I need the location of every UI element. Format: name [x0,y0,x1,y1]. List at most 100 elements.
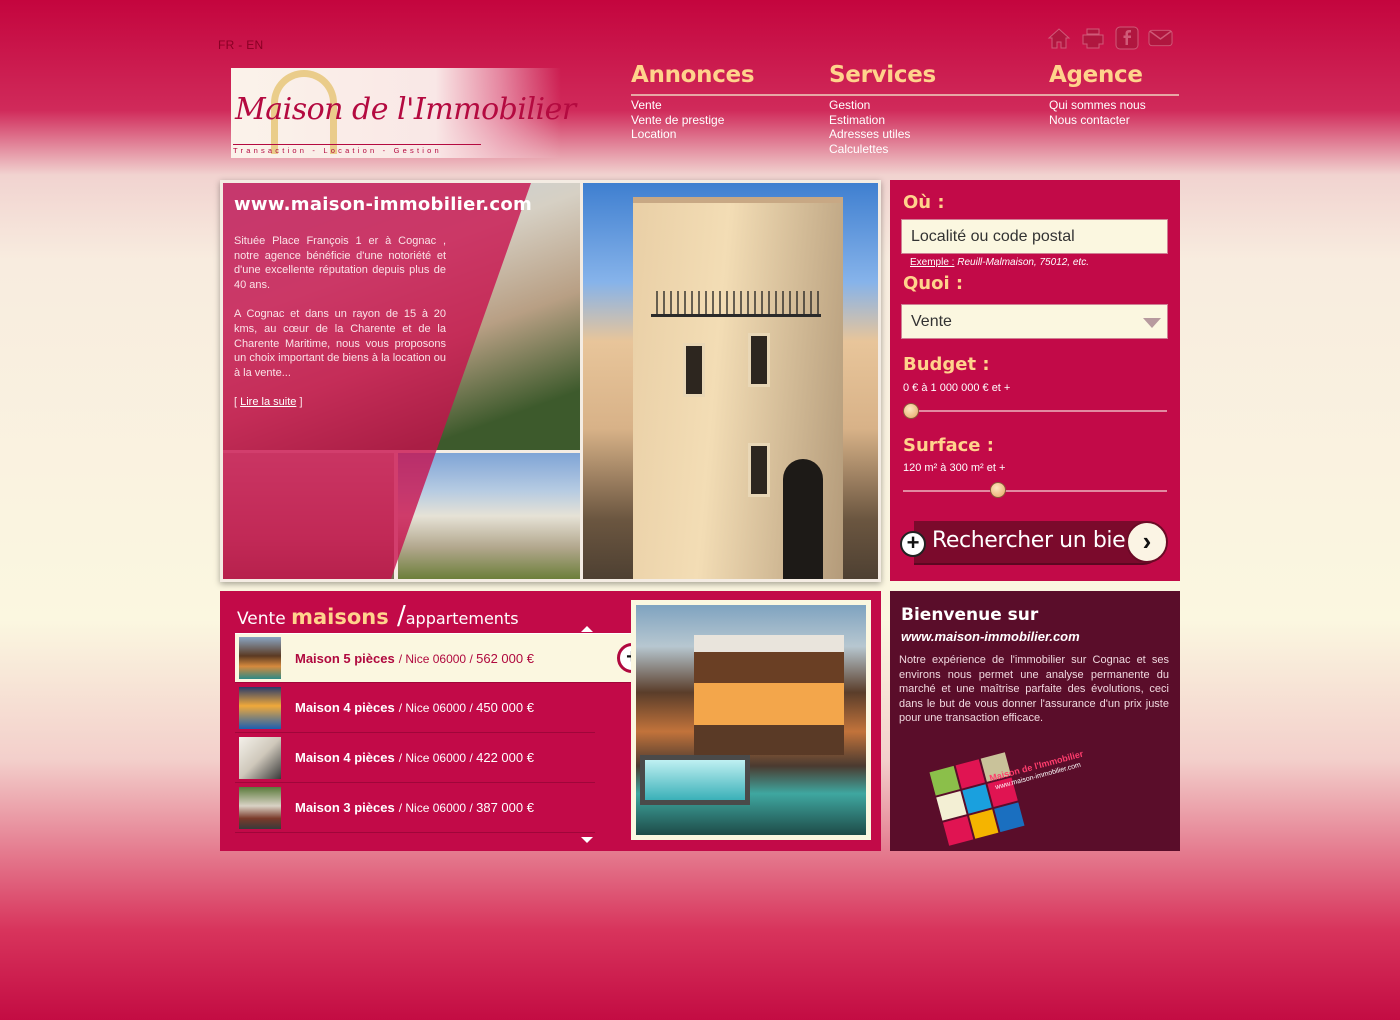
listing-row-details: / Nice 06000 / 422 000 € [399,750,534,765]
print-icon[interactable] [1080,25,1105,50]
lang-fr-link[interactable]: FR [218,38,235,52]
mosaic-tile [955,759,986,789]
mosaic-tile [929,766,960,796]
listing-row[interactable]: Maison 3 pièces / Nice 06000 / 387 000 € [235,783,595,833]
mosaic-tile [942,816,973,846]
listing-row-details: / Nice 06000 / 450 000 € [399,700,534,715]
nav-link-qui-sommes-nous[interactable]: Qui sommes nous [1049,98,1146,113]
logo-tagline: Transaction - Location - Gestion [233,144,481,155]
read-more: [ Lire la suite ] [234,395,446,410]
nav-services: Services Gestion Estimation Adresses uti… [829,62,936,156]
search-button[interactable]: + Rechercher un bien › [900,520,1168,566]
budget-slider-track[interactable] [903,410,1167,412]
scroll-up-icon[interactable] [581,626,593,632]
listing-row-details: / Nice 06000 / 562 000 € [399,651,534,666]
listing-row-details: / Nice 06000 / 387 000 € [399,800,534,815]
window-shape [748,333,770,387]
hero-photo-main [583,183,878,579]
welcome-text: Notre expérience de l'immobilier sur Cog… [899,654,1169,724]
nav-link-calculettes[interactable]: Calculettes [829,142,936,157]
nav-link-gestion[interactable]: Gestion [829,98,936,113]
mosaic-tile [936,791,967,821]
plus-icon: + [900,531,926,557]
pool-shape [640,755,750,805]
scroll-down-icon[interactable] [581,837,593,843]
listing-panel: Vente maisons / appartements Maison 5 piè… [220,591,881,851]
home-icon[interactable] [1046,25,1071,50]
listing-row-place: Nice 06000 [405,701,467,715]
listing-row-price: 422 000 € [476,750,534,765]
facebook-icon[interactable] [1114,25,1139,50]
type-select-value: Vente [911,313,952,330]
surface-label: Surface : [903,435,994,456]
featured-photo[interactable] [631,600,871,840]
welcome-url: www.maison-immobilier.com [901,629,1080,644]
hero-banner: www.maison-immobilier.com Située Place F… [220,180,881,582]
listing-tab-appartements[interactable]: appartements [406,609,519,628]
hero-paragraph-1: Située Place François 1 er à Cognac , no… [234,235,446,291]
surface-range-text: 120 m² à 300 m² et + [903,462,1006,474]
listing-rows: Maison 5 pièces / Nice 06000 / 562 000 €… [235,633,647,833]
mosaic-tile [968,809,999,839]
chevron-down-icon [1143,318,1161,328]
listing-row[interactable]: Maison 4 pièces / Nice 06000 / 450 000 € [235,683,595,733]
nav-agence-title[interactable]: Agence [1049,62,1146,90]
listing-row-title: Maison 3 pièces [295,800,395,815]
budget-range-text: 0 € à 1 000 000 € et + [903,382,1011,394]
type-select[interactable]: Vente [901,304,1168,339]
lang-separator: - [234,38,247,52]
email-icon[interactable] [1148,25,1173,50]
agency-logo-mosaic [929,752,1025,846]
mosaic-tile [961,784,993,814]
nav-link-contact[interactable]: Nous contacter [1049,113,1146,128]
listing-tab-maisons[interactable]: maisons [291,605,389,629]
nav-annonces-title[interactable]: Annonces [631,62,755,90]
top-icon-bar [1046,25,1173,50]
budget-label: Budget : [903,354,990,375]
listing-row-sep: / [466,651,477,666]
language-switcher: FR - EN [218,38,263,52]
listing-row[interactable]: Maison 4 pièces / Nice 06000 / 422 000 € [235,733,595,783]
hero-text: Située Place François 1 er à Cognac , no… [234,234,446,425]
listing-row-title: Maison 4 pièces [295,700,395,715]
budget-slider-handle[interactable] [903,403,919,419]
nav-services-title[interactable]: Services [829,62,936,90]
mosaic-tile [994,802,1025,832]
nav-link-vente[interactable]: Vente [631,98,754,113]
listing-row[interactable]: Maison 5 pièces / Nice 06000 / 562 000 €… [235,633,647,683]
what-label: Quoi : [903,273,964,294]
listing-row-title: Maison 5 pièces [295,650,395,666]
listing-thumbnail [239,686,281,729]
site-logo[interactable]: Maison de l'Immobilier Transaction - Loc… [231,68,576,158]
listing-row-sep: / [466,701,477,715]
listing-title-vente: Vente [237,609,292,629]
listing-row-price: 387 000 € [476,800,534,815]
logo-brand-text: Maison de l'Immobilier [235,92,576,127]
where-label: Où : [903,192,945,213]
listing-row-place: Nice 06000 [405,751,467,765]
nav-link-vente-prestige[interactable]: Vente de prestige [631,113,754,128]
hero-url: www.maison-immobilier.com [234,194,533,215]
nav-agence: Agence Qui sommes nous Nous contacter [1049,62,1146,127]
window-shape [748,443,770,497]
house-shape [694,635,844,755]
listing-thumbnail [239,786,281,829]
nav-link-estimation[interactable]: Estimation [829,113,936,128]
search-button-label: Rechercher un bien [932,528,1139,553]
nav-link-location[interactable]: Location [631,127,754,142]
hero-paragraph-2: A Cognac et dans un rayon de 15 à 20 kms… [234,308,446,379]
surface-slider-track[interactable] [903,490,1167,492]
location-input[interactable]: Localité ou code postal [901,219,1168,254]
surface-slider-handle[interactable] [989,482,1006,498]
read-more-link[interactable]: Lire la suite [240,396,296,408]
listing-row-price: 562 000 € [476,650,534,666]
featured-photo-image [636,605,866,835]
lang-en-link[interactable]: EN [246,38,263,52]
nav-link-adresses[interactable]: Adresses utiles [829,127,936,142]
welcome-panel: Bienvenue sur www.maison-immobilier.com … [890,591,1180,851]
search-panel: Où : Localité ou code postal Exemple : R… [890,180,1180,581]
listing-row-place: Nice 06000 [405,801,467,815]
listing-row-price: 450 000 € [476,700,534,715]
door-shape [783,459,823,579]
welcome-title: Bienvenue sur [901,605,1039,625]
